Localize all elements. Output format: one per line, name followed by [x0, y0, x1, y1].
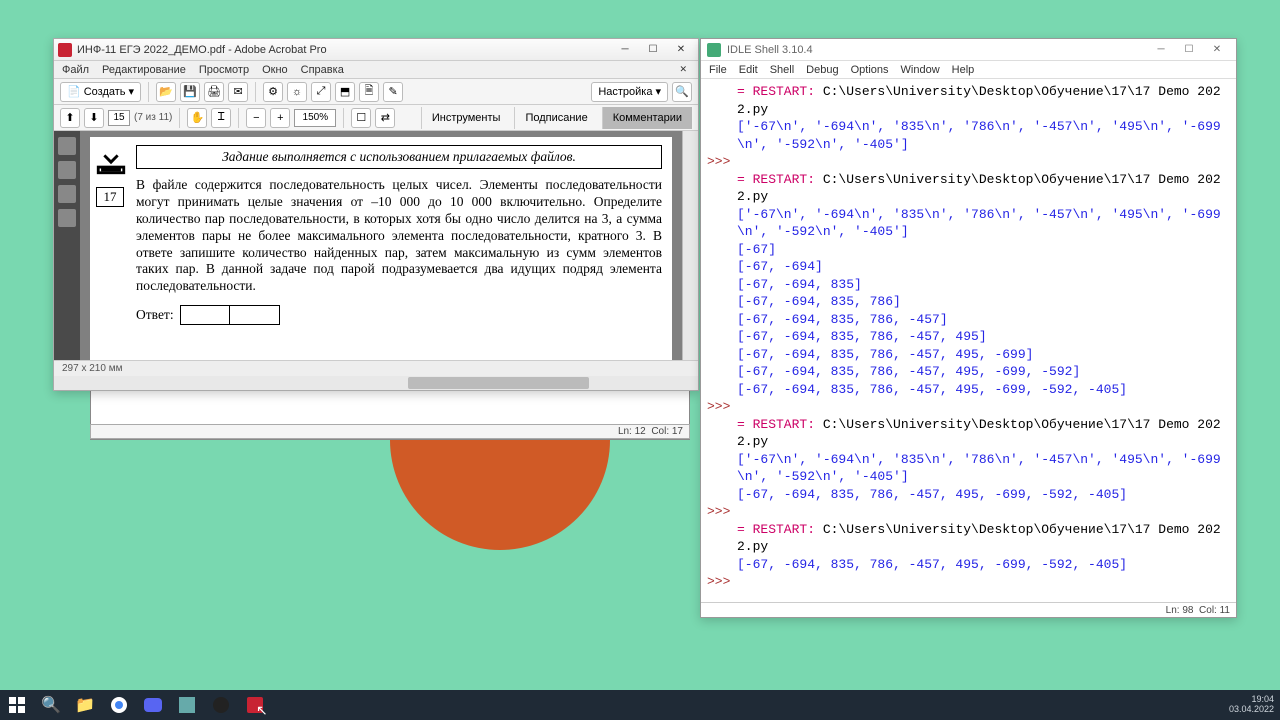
taskbar: 🔍 📁 19:0403.04.2022: [0, 690, 1280, 720]
background-window-status: Ln: 12 Col: 17: [90, 424, 690, 439]
close-button[interactable]: ✕: [668, 42, 694, 58]
menu-window[interactable]: Window: [901, 64, 940, 76]
window-title: IDLE Shell 3.10.4: [727, 44, 813, 56]
settings-button[interactable]: Настройка ▾: [591, 82, 668, 102]
create-button[interactable]: 📄 Создать ▾: [60, 82, 141, 102]
menu-options[interactable]: Options: [851, 64, 889, 76]
zoom-out-icon[interactable]: −: [246, 108, 266, 128]
shell-output[interactable]: = RESTART: C:\Users\University\Desktop\О…: [701, 79, 1236, 602]
idle-statusbar: Ln: 98 Col: 11: [701, 602, 1236, 617]
tool-icon[interactable]: ☐: [351, 108, 371, 128]
zoom-input[interactable]: [294, 109, 336, 127]
idle-titlebar[interactable]: IDLE Shell 3.10.4 ─ ☐ ✕: [701, 39, 1236, 61]
obs-button[interactable]: [204, 690, 238, 720]
page-number-input[interactable]: [108, 110, 130, 126]
idle-menubar: File Edit Shell Debug Options Window Hel…: [701, 61, 1236, 79]
idle-window: IDLE Shell 3.10.4 ─ ☐ ✕ File Edit Shell …: [700, 38, 1237, 618]
bookmarks-icon[interactable]: [58, 161, 76, 179]
menu-help[interactable]: Help: [952, 64, 975, 76]
tool-icon[interactable]: ✎: [383, 82, 403, 102]
start-button[interactable]: [0, 690, 34, 720]
task-text: В файле содержится последовательность це…: [136, 177, 662, 295]
horizontal-scrollbar[interactable]: [54, 376, 698, 390]
download-icon: [94, 143, 128, 177]
tool-icon[interactable]: ⚙: [263, 82, 283, 102]
menu-edit[interactable]: Edit: [739, 64, 758, 76]
clock-time: 19:04: [1251, 694, 1274, 704]
zoom-in-icon[interactable]: +: [270, 108, 290, 128]
status-col: Col: 11: [1199, 605, 1230, 616]
answer-label: Ответ:: [136, 307, 174, 323]
menu-file[interactable]: File: [709, 64, 727, 76]
signatures-icon[interactable]: [58, 209, 76, 227]
vertical-scrollbar[interactable]: [682, 131, 698, 360]
menu-shell[interactable]: Shell: [770, 64, 794, 76]
tool-icon[interactable]: ⇄: [375, 108, 395, 128]
page-down-icon[interactable]: ⬇: [84, 108, 104, 128]
save-icon[interactable]: 💾: [180, 82, 200, 102]
chrome-icon: [110, 696, 128, 714]
hand-tool-icon[interactable]: ✋: [187, 108, 207, 128]
acrobat-toolbar-2: ⬆ ⬇ (7 из 11) ✋ Ꮖ − + ☐ ⇄ Инструменты По…: [54, 105, 698, 131]
panel-sign[interactable]: Подписание: [514, 107, 597, 129]
minimize-button[interactable]: ─: [612, 42, 638, 58]
search-icon[interactable]: 🔍: [672, 82, 692, 102]
menu-help[interactable]: Справка: [301, 64, 344, 76]
task-header: Задание выполняется с использованием при…: [136, 145, 662, 169]
file-explorer-button[interactable]: 📁: [68, 690, 102, 720]
doc-close-icon[interactable]: ✕: [676, 64, 690, 75]
acrobat-window: ИНФ-11 ЕГЭ 2022_ДЕМО.pdf - Adobe Acrobat…: [53, 38, 699, 391]
panel-comments[interactable]: Комментарии: [602, 107, 692, 129]
status-ln: Ln: 12: [618, 426, 646, 437]
search-button[interactable]: 🔍: [34, 690, 68, 720]
acrobat-app-icon: [58, 43, 72, 57]
mail-icon[interactable]: ✉: [228, 82, 248, 102]
menu-window[interactable]: Окно: [262, 64, 288, 76]
close-button[interactable]: ✕: [1204, 42, 1230, 58]
maximize-button[interactable]: ☐: [1176, 42, 1202, 58]
pdf-page: Задание выполняется с использованием при…: [90, 137, 672, 360]
print-icon[interactable]: 🖨: [204, 82, 224, 102]
acrobat-menubar: Файл Редактирование Просмотр Окно Справк…: [54, 61, 698, 79]
page-viewport[interactable]: Задание выполняется с использованием при…: [80, 131, 682, 360]
menu-file[interactable]: Файл: [62, 64, 89, 76]
tool-icon[interactable]: 🗎: [359, 82, 379, 102]
answer-boxes: [180, 305, 280, 325]
menu-debug[interactable]: Debug: [806, 64, 838, 76]
windows-icon: [9, 697, 25, 713]
status-ln: Ln: 98: [1166, 605, 1194, 616]
page-dimensions: 297 x 210 мм: [62, 363, 122, 374]
window-title: ИНФ-11 ЕГЭ 2022_ДЕМО.pdf - Adobe Acrobat…: [77, 44, 327, 56]
thumbnails-icon[interactable]: [58, 137, 76, 155]
page-count: (7 из 11): [134, 112, 172, 123]
select-tool-icon[interactable]: Ꮖ: [211, 108, 231, 128]
acrobat-statusbar: 297 x 210 мм: [54, 360, 698, 376]
menu-edit[interactable]: Редактирование: [102, 64, 186, 76]
status-col: Col: 17: [651, 426, 683, 437]
chrome-button[interactable]: [102, 690, 136, 720]
menu-view[interactable]: Просмотр: [199, 64, 249, 76]
open-icon[interactable]: 📂: [156, 82, 176, 102]
tool-icon[interactable]: ⤢: [311, 82, 331, 102]
acrobat-button[interactable]: [238, 690, 272, 720]
task-number: 17: [96, 187, 124, 207]
tool-icon[interactable]: ⬒: [335, 82, 355, 102]
tool-icon[interactable]: ☼: [287, 82, 307, 102]
page-up-icon[interactable]: ⬆: [60, 108, 80, 128]
maximize-button[interactable]: ☐: [640, 42, 666, 58]
python-icon: [707, 43, 721, 57]
attachments-icon[interactable]: [58, 185, 76, 203]
panel-tools[interactable]: Инструменты: [421, 107, 511, 129]
discord-button[interactable]: [136, 690, 170, 720]
acrobat-toolbar-1: 📄 Создать ▾ 📂 💾 🖨 ✉ ⚙ ☼ ⤢ ⬒ 🗎 ✎ Настройк…: [54, 79, 698, 105]
system-tray[interactable]: 19:0403.04.2022: [1223, 695, 1280, 715]
clock-date: 03.04.2022: [1229, 704, 1274, 714]
app-button[interactable]: [170, 690, 204, 720]
minimize-button[interactable]: ─: [1148, 42, 1174, 58]
acrobat-sidebar: [54, 131, 80, 360]
acrobat-titlebar[interactable]: ИНФ-11 ЕГЭ 2022_ДЕМО.pdf - Adobe Acrobat…: [54, 39, 698, 61]
